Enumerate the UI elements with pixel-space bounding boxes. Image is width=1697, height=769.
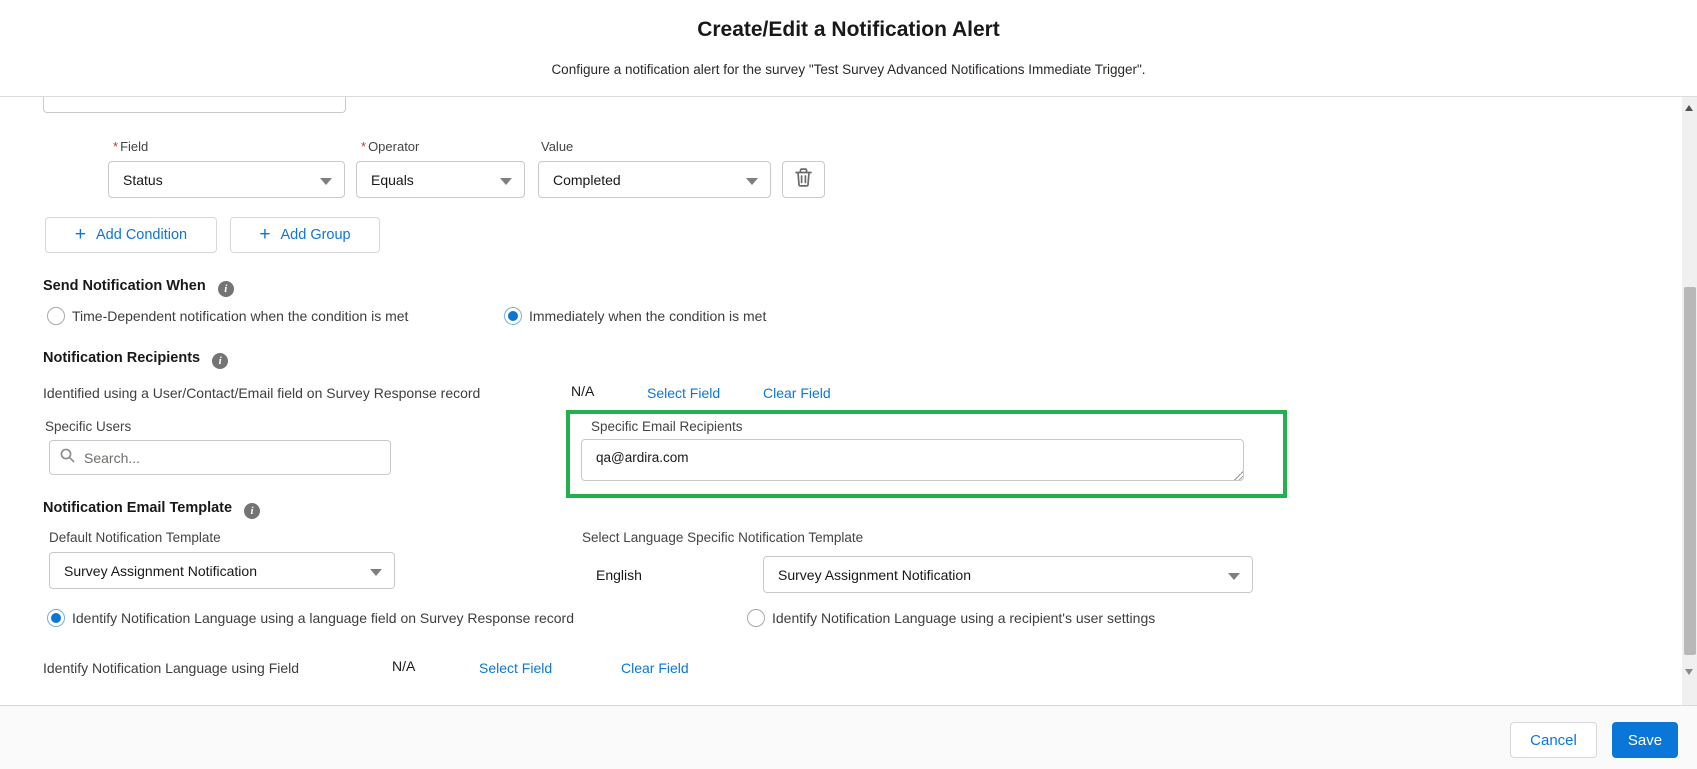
add-condition-button[interactable]: + Add Condition (45, 217, 217, 253)
identify-language-field-label: Identify Notification Language using Fie… (43, 660, 300, 676)
language-name: English (596, 567, 642, 583)
scroll-down-icon[interactable] (1685, 669, 1693, 675)
operator-label: * Operator (361, 139, 420, 154)
save-button[interactable]: Save (1612, 722, 1678, 758)
specific-email-textarea[interactable]: qa@ardira.com (581, 439, 1244, 481)
identified-field-value: N/A (571, 383, 595, 399)
send-notification-when-heading: Send Notification When i (43, 278, 234, 297)
scroll-up-icon[interactable] (1685, 105, 1693, 111)
chevron-down-icon (746, 178, 758, 185)
specific-email-label: Specific Email Recipients (591, 419, 743, 434)
scrollbar-thumb[interactable] (1683, 287, 1696, 655)
radio-immediately[interactable] (504, 307, 522, 325)
search-icon (60, 448, 75, 468)
default-template-dropdown[interactable]: Survey Assignment Notification (49, 552, 395, 589)
info-icon[interactable]: i (217, 281, 234, 297)
language-template-label: Select Language Specific Notification Te… (582, 530, 864, 545)
specific-users-label: Specific Users (45, 419, 132, 434)
add-group-button[interactable]: + Add Group (230, 217, 380, 253)
required-asterisk: * (113, 139, 119, 154)
dialog-footer (0, 705, 1697, 769)
delete-condition-button[interactable] (782, 161, 825, 198)
select-field-link[interactable]: Select Field (647, 385, 720, 401)
chevron-down-icon (1228, 573, 1240, 580)
notification-email-template-heading: Notification Email Template i (43, 500, 261, 519)
search-input[interactable] (84, 449, 380, 466)
default-template-value: Survey Assignment Notification (64, 562, 257, 579)
chevron-down-icon (500, 178, 512, 185)
radio-immediately-label: Immediately when the condition is met (529, 308, 767, 324)
info-icon[interactable]: i (212, 353, 229, 369)
identify-language-field-value: N/A (392, 658, 416, 674)
required-asterisk: * (361, 139, 367, 154)
vertical-scrollbar[interactable] (1682, 97, 1697, 705)
plus-icon: + (74, 223, 86, 245)
clear-language-field-link[interactable]: Clear Field (621, 660, 689, 676)
notification-alert-dialog: Create/Edit a Notification Alert Configu… (0, 0, 1697, 769)
chevron-down-icon (370, 569, 382, 576)
operator-dropdown-value: Equals (371, 171, 414, 188)
value-dropdown-value: Completed (553, 171, 621, 188)
field-dropdown-value: Status (123, 171, 163, 188)
identified-using-label: Identified using a User/Contact/Email fi… (43, 385, 481, 401)
language-template-dropdown[interactable]: Survey Assignment Notification (763, 556, 1253, 593)
radio-language-field[interactable] (47, 609, 65, 627)
specific-users-search[interactable] (49, 440, 391, 475)
page-title: Create/Edit a Notification Alert (697, 18, 1000, 41)
operator-dropdown[interactable]: Equals (356, 161, 525, 198)
chevron-down-icon (320, 178, 332, 185)
language-template-value: Survey Assignment Notification (778, 566, 971, 583)
radio-time-dependent-label: Time-Dependent notification when the con… (72, 308, 409, 324)
default-template-label: Default Notification Template (49, 530, 221, 545)
info-icon[interactable]: i (244, 503, 261, 519)
value-label: Value (541, 139, 574, 154)
radio-time-dependent[interactable] (47, 307, 65, 325)
page-subtitle: Configure a notification alert for the s… (551, 62, 1146, 77)
field-label: * Field (113, 139, 149, 154)
notification-recipients-heading: Notification Recipients i (43, 350, 229, 369)
field-dropdown[interactable]: Status (108, 161, 345, 198)
radio-language-field-label: Identify Notification Language using a l… (72, 610, 574, 626)
trash-icon (795, 167, 812, 192)
radio-user-settings[interactable] (747, 609, 765, 627)
value-dropdown[interactable]: Completed (538, 161, 771, 198)
clear-field-link[interactable]: Clear Field (763, 385, 831, 401)
clipped-input-field[interactable] (43, 97, 346, 113)
select-language-field-link[interactable]: Select Field (479, 660, 552, 676)
plus-icon: + (259, 223, 271, 245)
cancel-button[interactable]: Cancel (1510, 722, 1597, 758)
radio-user-settings-label: Identify Notification Language using a r… (772, 610, 1156, 626)
